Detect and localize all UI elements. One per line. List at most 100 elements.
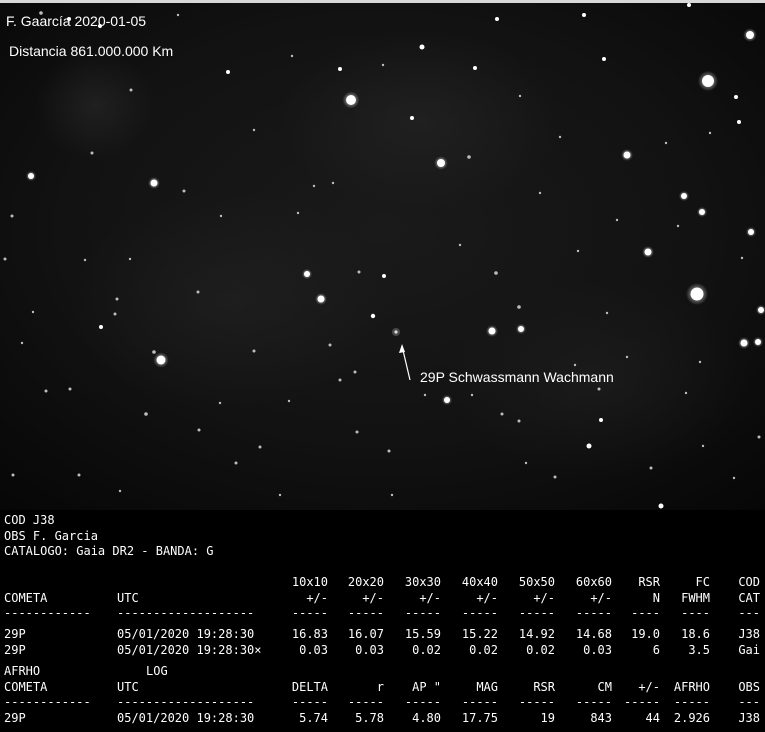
star	[68, 387, 72, 391]
star	[387, 449, 391, 453]
table-cell: 29P	[4, 627, 26, 641]
table-cell: MAG	[476, 679, 498, 694]
table-cell: 14.68	[575, 627, 612, 641]
star	[702, 75, 714, 87]
star	[278, 493, 282, 497]
star	[381, 63, 385, 67]
star	[676, 224, 680, 228]
table-cell: +/-	[419, 590, 441, 605]
table-cell: N	[652, 590, 660, 605]
star	[500, 412, 504, 416]
table2-head-bottom: COMETA UTC DELTA r AP " MAG RSR CM +/- AFRHO OBS	[0, 680, 765, 695]
table-cell: 15.59	[404, 627, 441, 641]
star	[658, 503, 664, 509]
star	[444, 397, 450, 403]
table-cell: -----	[624, 695, 661, 709]
table-cell: 0.02	[412, 642, 441, 657]
star	[517, 305, 521, 309]
star	[152, 350, 156, 354]
star	[538, 191, 542, 195]
star	[553, 475, 557, 479]
star	[737, 120, 741, 124]
table-cell: ---	[738, 606, 760, 620]
table-cell: RSR	[638, 575, 660, 589]
table-cell: AFRHO	[673, 679, 710, 694]
star	[182, 189, 186, 193]
observer-name: OBS F. Garcia	[4, 528, 98, 543]
star	[252, 128, 256, 132]
table-cell: ----	[631, 606, 660, 620]
catalog-band: CATALOGO: Gaia DR2 - BANDA: G	[4, 544, 214, 558]
star	[597, 387, 601, 391]
table-cell: 29P	[4, 711, 26, 725]
observer-date-caption: F. Gaarcía 2020-01-05	[6, 13, 147, 29]
star	[346, 95, 356, 105]
star	[602, 57, 606, 61]
star	[355, 430, 359, 434]
star	[353, 370, 357, 374]
star	[44, 389, 48, 393]
star	[357, 270, 361, 274]
star	[328, 343, 332, 347]
star	[90, 151, 94, 155]
header-line-observer: OBS F. Garcia	[0, 529, 765, 544]
star	[226, 70, 230, 74]
star	[748, 229, 754, 235]
table2-head-top: AFRHO LOG	[0, 664, 765, 679]
table-cell: -----	[518, 695, 555, 709]
star	[708, 131, 712, 135]
star	[10, 214, 14, 218]
table-cell: -----	[404, 606, 441, 620]
star	[746, 31, 754, 39]
table-cell: 50x50	[518, 575, 555, 589]
star	[687, 3, 691, 7]
star	[331, 181, 335, 185]
table-cell: 19	[540, 711, 555, 725]
table-cell: -----	[347, 606, 384, 620]
table-cell: OBS	[738, 679, 760, 694]
star	[599, 418, 603, 422]
star	[258, 445, 262, 449]
table-cell: ----	[681, 606, 710, 620]
star	[518, 94, 522, 98]
table-cell: 4.80	[412, 711, 441, 725]
star	[419, 44, 425, 50]
star	[740, 339, 748, 347]
table-cell: 0.03	[355, 642, 384, 657]
star	[176, 13, 180, 17]
star	[755, 339, 761, 345]
star	[573, 363, 577, 367]
star	[77, 473, 81, 477]
star	[219, 214, 223, 218]
star	[99, 325, 103, 329]
table-cell: 18.6	[681, 627, 710, 641]
star	[524, 461, 528, 465]
table-cell: 44	[645, 711, 660, 725]
star	[234, 461, 238, 465]
star	[338, 67, 342, 71]
star	[495, 17, 499, 21]
table-cell: DELTA	[291, 679, 328, 694]
table-cell: 17.75	[461, 711, 498, 725]
table-cell: -----	[575, 695, 612, 709]
table-cell: -------------------	[117, 695, 255, 709]
table-cell: J38	[738, 627, 760, 641]
table1-row: 29P 05/01/2020 19:28:30× 0.03 0.03 0.02 0.02 0…	[0, 643, 765, 658]
star	[115, 297, 119, 301]
table-cell: -----	[461, 606, 498, 620]
star	[338, 378, 342, 382]
star	[317, 295, 325, 303]
star	[83, 258, 87, 262]
star	[698, 360, 702, 364]
table1-head-bottom: COMETA UTC +/- +/- +/- +/- +/- +/- N FWHM CAT	[0, 591, 765, 606]
star	[615, 218, 619, 222]
star	[304, 271, 310, 277]
table1-rule: ------------ ------------------- ----- ----…	[0, 606, 765, 621]
table-cell: ------------	[4, 695, 91, 709]
table1-row: 29P 05/01/2020 19:28:30 16.83 16.07 15.59 15.…	[0, 627, 765, 642]
table-cell: 10x10	[291, 575, 328, 589]
table-cell: 5.78	[355, 711, 384, 725]
table-cell: Gai	[738, 642, 760, 657]
table-cell: ---	[738, 695, 760, 709]
star	[150, 179, 158, 187]
